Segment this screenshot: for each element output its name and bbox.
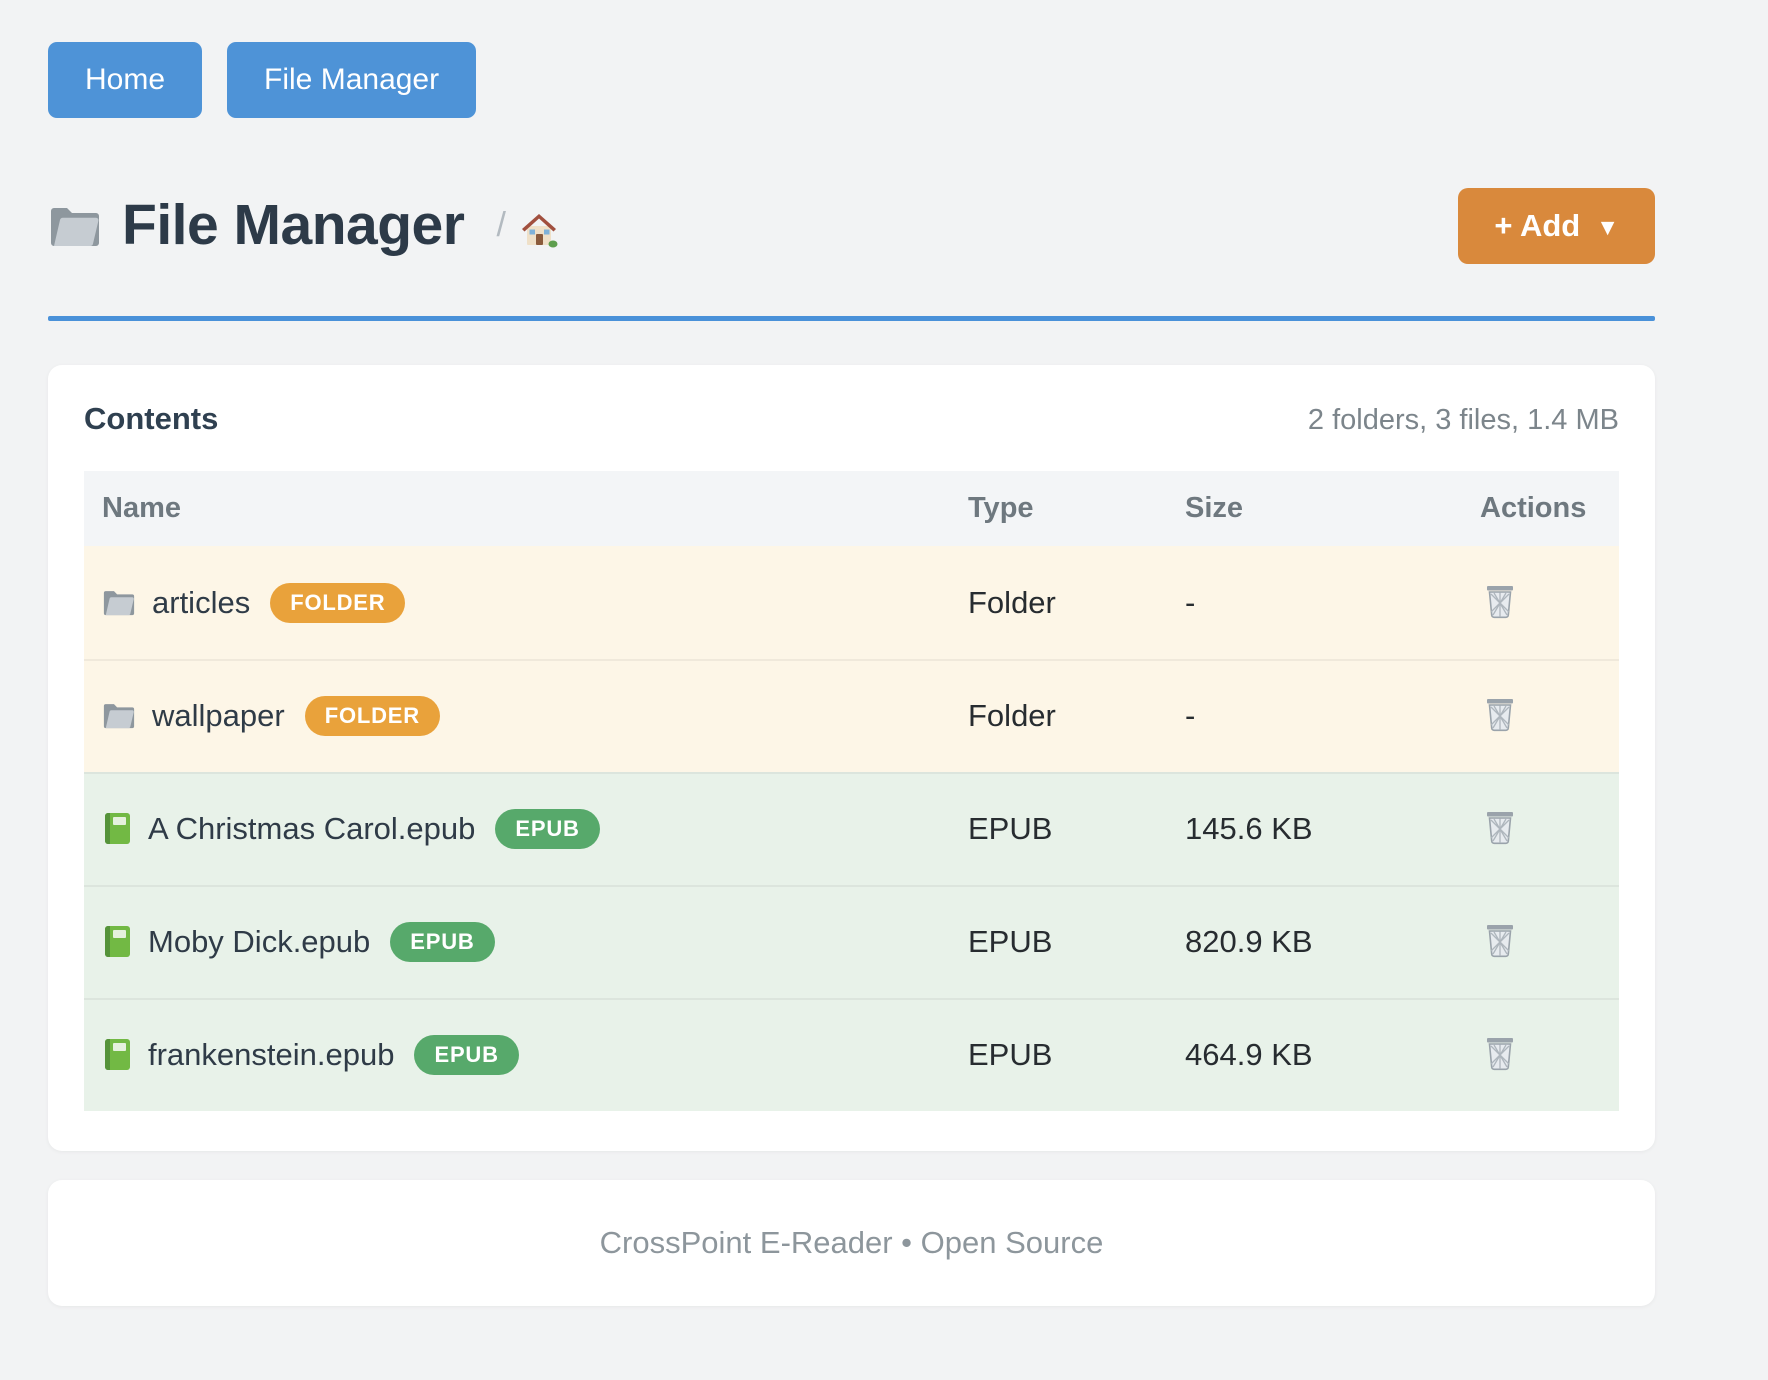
page-title: File Manager — [122, 193, 464, 259]
trash-icon — [1485, 583, 1515, 622]
table-header-row: Name Type Size Actions — [84, 471, 1619, 546]
delete-button[interactable] — [1479, 692, 1521, 739]
type-badge: EPUB — [414, 1035, 518, 1075]
type-badge: FOLDER — [270, 583, 405, 623]
footer-text: CrossPoint E-Reader • Open Source — [600, 1225, 1104, 1261]
trash-icon — [1485, 809, 1515, 848]
trash-icon — [1485, 922, 1515, 961]
file-name-link[interactable]: frankenstein.epub — [148, 1037, 394, 1073]
actions-cell — [1474, 1031, 1619, 1079]
actions-cell — [1474, 579, 1619, 627]
delete-button[interactable] — [1479, 918, 1521, 965]
delete-button[interactable] — [1479, 1031, 1521, 1078]
size-cell: 145.6 KB — [1179, 811, 1474, 847]
type-cell: Folder — [964, 585, 1179, 621]
top-nav: Home File Manager — [48, 42, 1655, 118]
table-row: A Christmas Carol.epub EPUB EPUB 145.6 K… — [84, 772, 1619, 885]
book-icon — [102, 1038, 132, 1071]
page-header: File Manager / + Add ▼ — [48, 188, 1655, 264]
caret-down-icon: ▼ — [1596, 214, 1619, 241]
trash-icon — [1485, 696, 1515, 735]
folder-icon — [48, 203, 102, 249]
column-header-name: Name — [84, 492, 964, 525]
actions-cell — [1474, 805, 1619, 853]
home-icon[interactable] — [520, 212, 558, 248]
column-header-type: Type — [964, 492, 1179, 525]
contents-title: Contents — [84, 401, 218, 437]
contents-summary: 2 folders, 3 files, 1.4 MB — [1308, 404, 1619, 437]
file-table: Name Type Size Actions articles FOLDER F… — [84, 471, 1619, 1111]
folder-icon — [102, 588, 136, 617]
actions-cell — [1474, 918, 1619, 966]
column-header-size: Size — [1179, 492, 1474, 525]
actions-cell — [1474, 692, 1619, 740]
file-name-link[interactable]: wallpaper — [152, 698, 285, 734]
size-cell: - — [1179, 698, 1474, 734]
trash-icon — [1485, 1035, 1515, 1074]
table-row: wallpaper FOLDER Folder - — [84, 659, 1619, 772]
type-badge: EPUB — [495, 809, 599, 849]
nav-home-button[interactable]: Home — [48, 42, 202, 118]
type-cell: Folder — [964, 698, 1179, 734]
name-cell: articles FOLDER — [84, 583, 964, 623]
nav-file-manager-button[interactable]: File Manager — [227, 42, 476, 118]
add-button[interactable]: + Add ▼ — [1458, 188, 1655, 264]
type-badge: FOLDER — [305, 696, 440, 736]
page: Home File Manager File Manager / — [0, 0, 1655, 1306]
column-header-actions: Actions — [1474, 492, 1619, 525]
file-name-link[interactable]: articles — [152, 585, 250, 621]
size-cell: 820.9 KB — [1179, 924, 1474, 960]
book-icon — [102, 812, 132, 845]
table-row: articles FOLDER Folder - — [84, 546, 1619, 659]
title-wrap: File Manager / — [48, 193, 558, 259]
name-cell: Moby Dick.epub EPUB — [84, 922, 964, 962]
name-cell: wallpaper FOLDER — [84, 696, 964, 736]
contents-card-header: Contents 2 folders, 3 files, 1.4 MB — [84, 401, 1619, 437]
table-row: Moby Dick.epub EPUB EPUB 820.9 KB — [84, 885, 1619, 998]
add-button-label: + Add — [1494, 208, 1580, 244]
delete-button[interactable] — [1479, 579, 1521, 626]
contents-card: Contents 2 folders, 3 files, 1.4 MB Name… — [48, 365, 1655, 1151]
footer: CrossPoint E-Reader • Open Source — [48, 1180, 1655, 1306]
file-name-link[interactable]: A Christmas Carol.epub — [148, 811, 475, 847]
header-divider — [48, 316, 1655, 321]
breadcrumb-separator: / — [496, 206, 505, 245]
size-cell: - — [1179, 585, 1474, 621]
type-cell: EPUB — [964, 811, 1179, 847]
type-badge: EPUB — [390, 922, 494, 962]
folder-icon — [102, 701, 136, 730]
file-name-link[interactable]: Moby Dick.epub — [148, 924, 370, 960]
table-row: frankenstein.epub EPUB EPUB 464.9 KB — [84, 998, 1619, 1111]
table-body: articles FOLDER Folder - wallpaper FOLDE… — [84, 546, 1619, 1111]
type-cell: EPUB — [964, 1037, 1179, 1073]
book-icon — [102, 925, 132, 958]
size-cell: 464.9 KB — [1179, 1037, 1474, 1073]
delete-button[interactable] — [1479, 805, 1521, 852]
name-cell: A Christmas Carol.epub EPUB — [84, 809, 964, 849]
name-cell: frankenstein.epub EPUB — [84, 1035, 964, 1075]
type-cell: EPUB — [964, 924, 1179, 960]
